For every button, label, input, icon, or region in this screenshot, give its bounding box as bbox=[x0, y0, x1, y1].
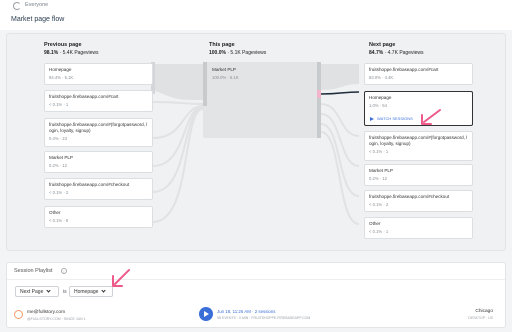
session-playlist-title: Session Playlist bbox=[14, 268, 53, 274]
page-flow-panel: Previous page 98.1% · 5.4K Pageviews Thi… bbox=[6, 33, 506, 251]
session-city: Chicago bbox=[475, 309, 493, 314]
node-value: 94.4% · 5.1K bbox=[49, 75, 74, 80]
next-page-pct: 84.7% bbox=[369, 50, 384, 56]
filter-value-text: Homepage bbox=[74, 289, 99, 295]
node-value: < 0.1% · 2 bbox=[369, 202, 389, 207]
previous-node[interactable]: Homepage 94.4% · 5.1K bbox=[44, 63, 153, 85]
this-page-node[interactable]: Market PLP 100.0% · 5.1K bbox=[208, 64, 316, 84]
node-value: 83.0% · 4.4K bbox=[369, 75, 394, 80]
node-value: 0.2% · 12 bbox=[369, 176, 387, 181]
filter-page-value: Next Page bbox=[20, 289, 44, 295]
node-label: Other bbox=[369, 221, 381, 226]
node-label: Market PLP bbox=[212, 67, 236, 72]
pink-arrow-icon bbox=[112, 269, 130, 287]
user-sub: @FULLSTORY.COM · SINCE JUN 1 bbox=[27, 317, 86, 321]
session-device: DESKTOP · US bbox=[468, 316, 493, 320]
node-value: 100.0% · 5.1K bbox=[212, 75, 239, 80]
this-page-title: This page bbox=[209, 42, 235, 48]
next-page-header: Next page 84.7% · 4.7K Pageviews bbox=[369, 42, 424, 56]
node-label: Other bbox=[49, 210, 61, 215]
this-page-views: 5.1K Pageviews bbox=[230, 50, 267, 56]
previous-node[interactable]: fruitshoppe.firebaseapp.com/#cart < 0.1%… bbox=[44, 90, 153, 112]
avatar bbox=[14, 310, 23, 319]
this-page-header: This page 100.0% · 5.1K Pageviews bbox=[209, 42, 267, 56]
chevron-down-icon bbox=[101, 288, 107, 293]
user-email[interactable]: me@fullstory.com bbox=[27, 310, 65, 315]
node-label: fruitshoppe.firebaseapp.com/#cart bbox=[49, 94, 119, 99]
node-label: fruitshoppe.firebaseapp.com/#cart bbox=[369, 67, 439, 72]
next-node[interactable]: Other < 0.1% · 1 bbox=[364, 217, 473, 239]
next-page-title: Next page bbox=[369, 42, 396, 48]
next-node[interactable]: fruitshoppe.firebaseapp.com/#(forgotpass… bbox=[364, 131, 473, 161]
filter-value-dropdown[interactable]: Homepage bbox=[69, 286, 113, 297]
next-node[interactable]: fruitshoppe.firebaseapp.com/#checkout < … bbox=[364, 190, 473, 212]
next-page-views: 4.7K Pageviews bbox=[387, 50, 424, 56]
filter-page-dropdown[interactable]: Next Page bbox=[15, 286, 59, 297]
info-icon[interactable]: i bbox=[61, 268, 67, 274]
previous-node[interactable]: fruitshoppe.firebaseapp.com/#checkout < … bbox=[44, 178, 153, 200]
this-page-pct: 100.0% bbox=[209, 50, 226, 56]
node-label: Market PLP bbox=[369, 168, 393, 173]
previous-page-header: Previous page 98.1% · 5.4K Pageviews bbox=[44, 42, 99, 56]
session-title[interactable]: Jun 18, 11:26 AM · 2 sessions bbox=[217, 309, 276, 314]
divider bbox=[7, 279, 505, 280]
page-title: Market page flow bbox=[11, 16, 65, 23]
session-sub: 58 EVENTS · 0 MIN · FRUITSHOPPE.FIREBASE… bbox=[217, 316, 311, 320]
watch-sessions-link[interactable]: WATCH SESSIONS bbox=[370, 116, 413, 121]
play-session-button[interactable] bbox=[199, 307, 213, 321]
previous-node[interactable]: Other < 0.1% · 6 bbox=[44, 206, 153, 228]
node-value: < 0.1% · 1 bbox=[369, 229, 389, 234]
watch-sessions-label: WATCH SESSIONS bbox=[377, 116, 413, 121]
node-label: Market PLP bbox=[49, 155, 73, 160]
node-label: fruitshoppe.firebaseapp.com/#(forgotpass… bbox=[369, 135, 468, 146]
previous-node[interactable]: fruitshoppe.firebaseapp.com/#(forgotpass… bbox=[44, 118, 153, 147]
node-label: Homepage bbox=[49, 67, 72, 72]
node-value: 0.4% · 23 bbox=[49, 136, 67, 141]
previous-page-pct: 98.1% bbox=[44, 50, 59, 56]
pink-arrow-icon bbox=[421, 109, 441, 125]
node-value: < 0.1% · 6 bbox=[49, 218, 69, 223]
node-value: < 0.1% · 1 bbox=[369, 149, 389, 154]
node-label: fruitshoppe.firebaseapp.com/#checkout bbox=[369, 194, 450, 199]
node-label: fruitshoppe.firebaseapp.com/#(forgotpass… bbox=[49, 122, 148, 133]
play-icon bbox=[370, 117, 374, 121]
node-value: 0.2% · 12 bbox=[49, 163, 67, 168]
node-label: Homepage bbox=[369, 95, 392, 100]
previous-page-views: 5.4K Pageviews bbox=[62, 50, 99, 56]
node-value: < 0.1% · 1 bbox=[49, 102, 69, 107]
session-playlist-panel: Session Playlist i Next Page is Homepage… bbox=[6, 262, 506, 328]
segment-label[interactable]: Everyone bbox=[25, 2, 48, 8]
next-node[interactable]: fruitshoppe.firebaseapp.com/#cart 83.0% … bbox=[364, 63, 473, 85]
chevron-down-icon bbox=[46, 288, 51, 293]
session-row[interactable]: me@fullstory.com @FULLSTORY.COM · SINCE … bbox=[7, 303, 505, 327]
previous-node[interactable]: Market PLP 0.2% · 12 bbox=[44, 151, 153, 173]
node-value: < 0.1% · 2 bbox=[49, 190, 69, 195]
next-node[interactable]: Market PLP 0.2% · 12 bbox=[364, 164, 473, 186]
spinner-icon bbox=[13, 2, 21, 10]
previous-page-title: Previous page bbox=[44, 42, 82, 48]
top-bar: Everyone Market page flow bbox=[0, 0, 512, 30]
filter-operator: is bbox=[63, 289, 67, 295]
node-label: fruitshoppe.firebaseapp.com/#checkout bbox=[49, 182, 130, 187]
